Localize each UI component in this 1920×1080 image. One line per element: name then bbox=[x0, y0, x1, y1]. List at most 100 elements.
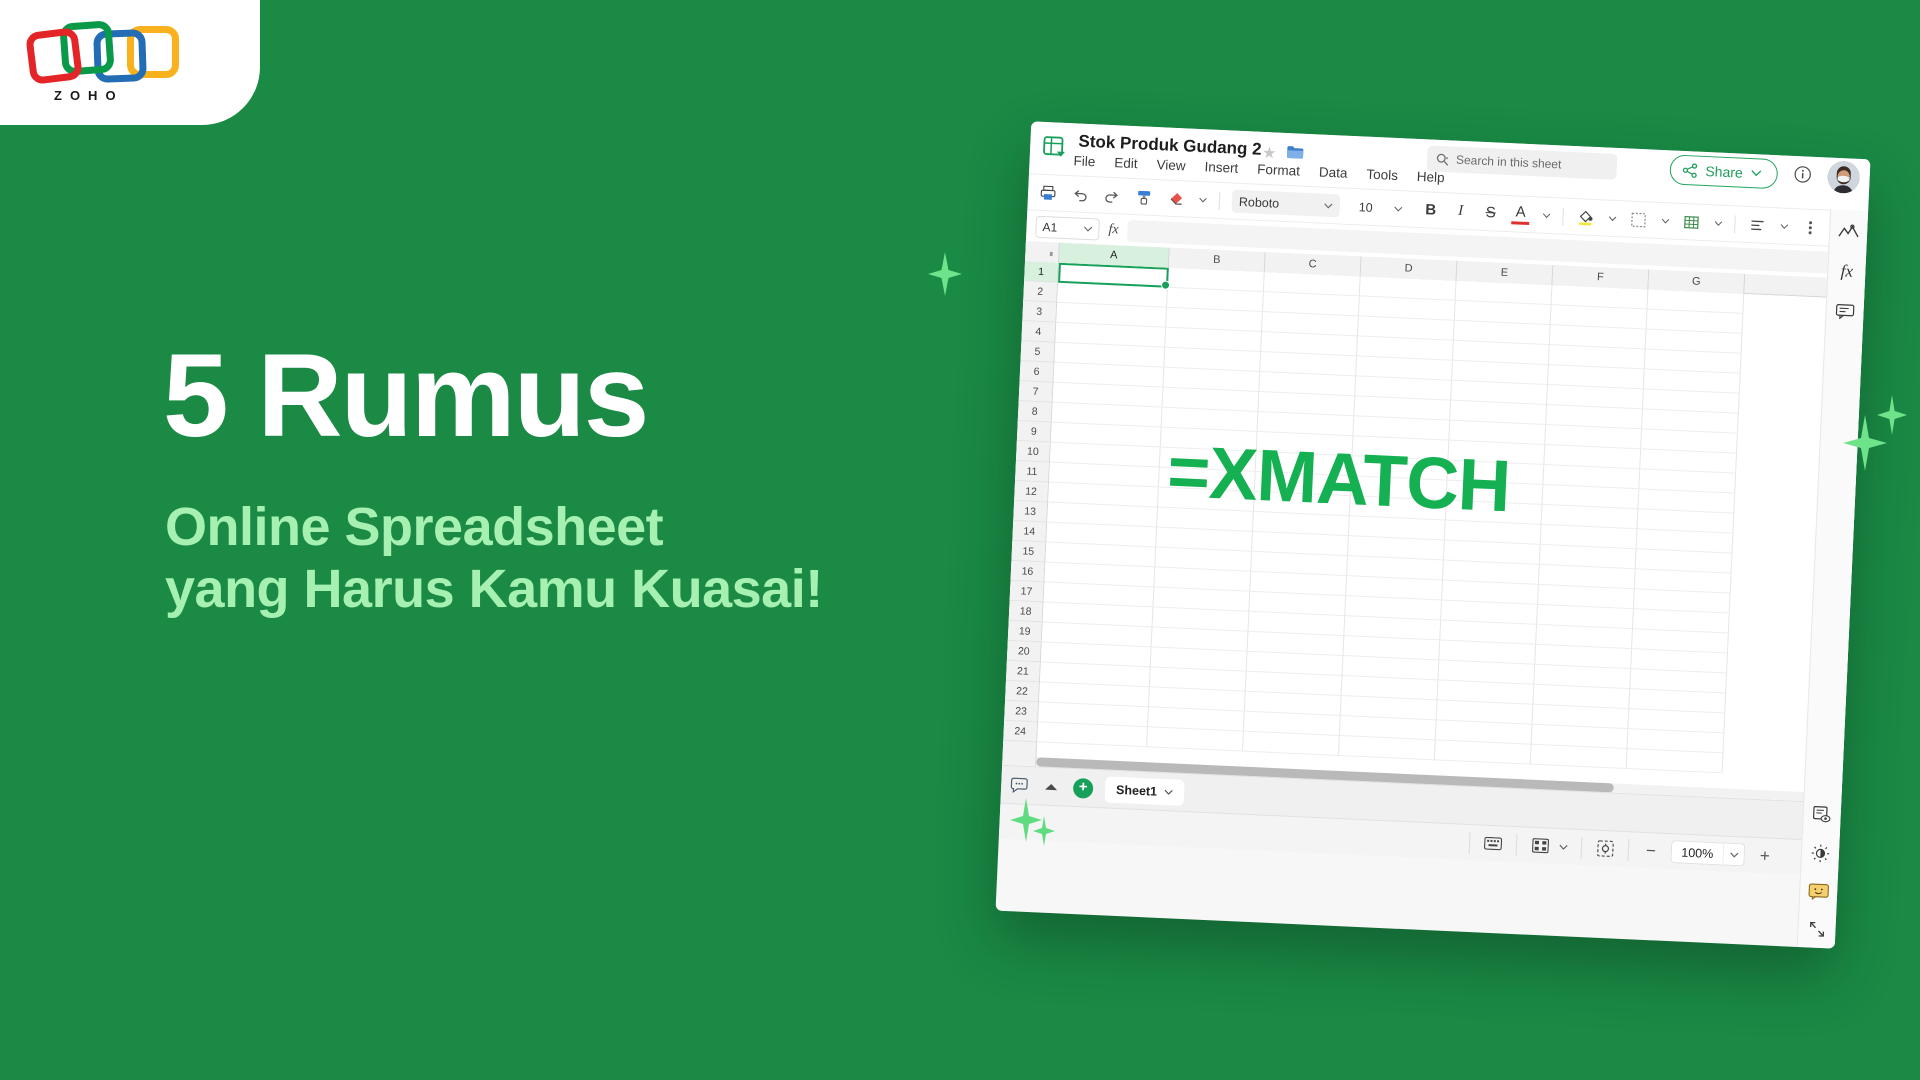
collapse-up-icon[interactable] bbox=[1041, 776, 1062, 797]
menu-item-edit[interactable]: Edit bbox=[1114, 155, 1138, 171]
row-header-9[interactable]: 9 bbox=[1016, 421, 1051, 443]
keyboard-shortcuts-icon[interactable] bbox=[1483, 833, 1504, 854]
merge-cells-icon[interactable] bbox=[1681, 211, 1702, 232]
fit-to-screen-icon[interactable] bbox=[1595, 838, 1616, 859]
undo-icon[interactable] bbox=[1070, 184, 1091, 205]
row-header-8[interactable]: 8 bbox=[1017, 401, 1052, 423]
font-family-value: Roboto bbox=[1238, 194, 1280, 211]
search-input[interactable]: Search in this sheet bbox=[1426, 145, 1618, 180]
share-button[interactable]: Share bbox=[1668, 154, 1779, 190]
zoom-level-value[interactable]: 100% bbox=[1670, 840, 1724, 866]
menu-item-format[interactable]: Format bbox=[1257, 162, 1300, 179]
cell-C24[interactable] bbox=[1242, 731, 1340, 756]
sparkle-decoration bbox=[1033, 816, 1055, 846]
avatar[interactable] bbox=[1826, 160, 1861, 194]
row-header-10[interactable]: 10 bbox=[1015, 441, 1050, 463]
row-header-11[interactable]: 11 bbox=[1015, 461, 1049, 483]
zoho-wordmark: ZOHO bbox=[54, 88, 124, 103]
sheet-layout-icon[interactable] bbox=[1530, 835, 1551, 856]
eraser-dropdown-icon[interactable] bbox=[1198, 190, 1208, 210]
redo-icon[interactable] bbox=[1102, 185, 1123, 206]
chevron-down-icon bbox=[1324, 202, 1333, 208]
row-header-2[interactable]: 2 bbox=[1023, 281, 1058, 303]
toolbar-divider bbox=[1734, 214, 1736, 233]
preview-icon[interactable] bbox=[1811, 803, 1834, 826]
row-header-17[interactable]: 17 bbox=[1009, 580, 1044, 603]
folder-icon[interactable] bbox=[1286, 144, 1305, 163]
cell-D24[interactable] bbox=[1338, 735, 1436, 761]
expand-icon[interactable] bbox=[1806, 917, 1829, 940]
row-header-1[interactable]: 1 bbox=[1024, 261, 1058, 283]
row-header-4[interactable]: 4 bbox=[1021, 321, 1056, 343]
row-header-22[interactable]: 22 bbox=[1005, 680, 1039, 703]
row-header-15[interactable]: 15 bbox=[1011, 540, 1046, 563]
row-header-6[interactable]: 6 bbox=[1019, 361, 1054, 383]
row-header-7[interactable]: 7 bbox=[1018, 381, 1053, 403]
toolbar-divider bbox=[1218, 191, 1221, 210]
chevron-down-icon bbox=[1164, 789, 1173, 795]
select-all-corner[interactable]: ▘ bbox=[1024, 241, 1060, 263]
status-zoom-section: − 100% + bbox=[1627, 838, 1788, 868]
cell-F24[interactable] bbox=[1530, 744, 1628, 770]
zoom-out-button[interactable]: − bbox=[1641, 840, 1660, 861]
bold-button[interactable]: B bbox=[1421, 201, 1440, 219]
text-color-button[interactable]: A bbox=[1511, 203, 1531, 226]
image-chart-icon[interactable] bbox=[1837, 220, 1860, 243]
menu-item-data[interactable]: Data bbox=[1319, 164, 1348, 180]
row-header-13[interactable]: 13 bbox=[1013, 500, 1048, 523]
strikethrough-button[interactable]: S bbox=[1481, 204, 1500, 222]
borders-dropdown-icon[interactable] bbox=[1660, 211, 1670, 231]
eraser-icon[interactable] bbox=[1166, 188, 1187, 209]
print-icon[interactable] bbox=[1038, 182, 1059, 203]
cell-E24[interactable] bbox=[1434, 740, 1532, 765]
promo-subheadline-line2: yang Harus Kamu Kuasai! bbox=[165, 558, 823, 619]
cell-reference-box[interactable]: A1 bbox=[1035, 215, 1101, 241]
row-header-20[interactable]: 20 bbox=[1006, 640, 1041, 663]
merge-dropdown-icon[interactable] bbox=[1713, 213, 1723, 233]
sticker-icon[interactable] bbox=[1807, 879, 1830, 902]
zoom-in-button[interactable]: + bbox=[1755, 845, 1774, 866]
fx-label: fx bbox=[1108, 221, 1119, 237]
comment-icon[interactable] bbox=[1009, 775, 1030, 796]
row-header-16[interactable]: 16 bbox=[1010, 560, 1045, 583]
italic-button[interactable]: I bbox=[1451, 203, 1470, 221]
fill-color-dropdown-icon[interactable] bbox=[1607, 208, 1617, 228]
star-icon[interactable]: ★ bbox=[1262, 143, 1277, 164]
cell-B24[interactable] bbox=[1147, 727, 1244, 752]
menu-item-file[interactable]: File bbox=[1073, 153, 1095, 169]
cell-A24[interactable] bbox=[1037, 722, 1148, 748]
zoho-logo-square-red bbox=[25, 27, 83, 85]
row-header-21[interactable]: 21 bbox=[1005, 660, 1040, 683]
zoom-dropdown-icon[interactable] bbox=[1722, 842, 1746, 867]
menu-item-view[interactable]: View bbox=[1156, 157, 1186, 173]
row-header-5[interactable]: 5 bbox=[1020, 341, 1055, 363]
row-header-23[interactable]: 23 bbox=[1004, 700, 1039, 723]
menu-item-insert[interactable]: Insert bbox=[1204, 159, 1238, 176]
add-sheet-icon[interactable]: + bbox=[1072, 777, 1094, 799]
text-color-dropdown-icon[interactable] bbox=[1541, 205, 1551, 225]
row-header-24[interactable]: 24 bbox=[1003, 720, 1038, 743]
cell-G24[interactable] bbox=[1626, 749, 1724, 774]
row-header-3[interactable]: 3 bbox=[1022, 301, 1057, 323]
grid-cells[interactable]: =XMATCH bbox=[1036, 262, 1865, 803]
poster-canvas: ZOHO 5 Rumus Online Spreadsheet yang Har… bbox=[0, 0, 1920, 1080]
row-header-19[interactable]: 19 bbox=[1007, 620, 1042, 643]
align-left-icon[interactable] bbox=[1747, 214, 1768, 235]
info-icon[interactable] bbox=[1793, 165, 1812, 187]
sheet-tab-sheet1[interactable]: Sheet1 bbox=[1104, 775, 1185, 806]
menu-item-tools[interactable]: Tools bbox=[1366, 167, 1398, 183]
fill-color-icon[interactable] bbox=[1575, 207, 1596, 228]
comments-icon[interactable] bbox=[1834, 300, 1857, 323]
more-options-icon[interactable] bbox=[1800, 217, 1821, 238]
theme-brightness-icon[interactable] bbox=[1809, 841, 1832, 864]
row-header-12[interactable]: 12 bbox=[1014, 480, 1048, 503]
borders-icon[interactable] bbox=[1628, 209, 1649, 230]
paint-format-icon[interactable] bbox=[1134, 187, 1155, 208]
align-dropdown-icon[interactable] bbox=[1779, 216, 1789, 236]
share-icon bbox=[1682, 162, 1697, 178]
row-header-14[interactable]: 14 bbox=[1012, 520, 1047, 543]
functions-fx-icon[interactable]: fx bbox=[1835, 260, 1858, 283]
row-header-18[interactable]: 18 bbox=[1008, 600, 1043, 623]
font-size-select[interactable]: 10 bbox=[1351, 194, 1411, 221]
font-family-select[interactable]: Roboto bbox=[1231, 189, 1341, 218]
